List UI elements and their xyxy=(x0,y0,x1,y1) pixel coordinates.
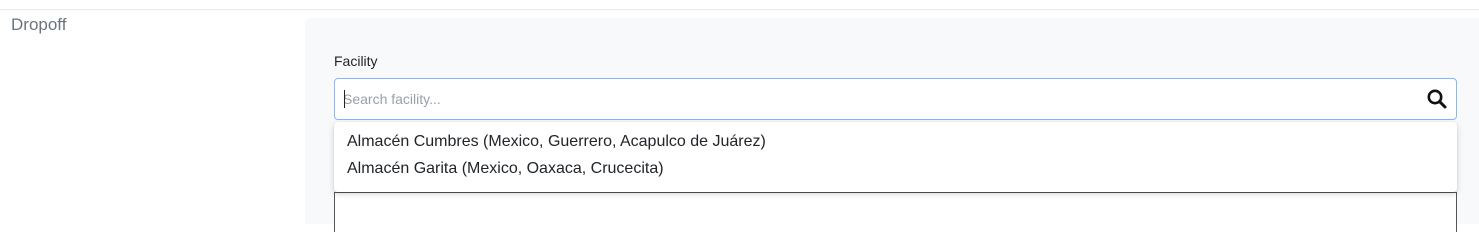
facility-option[interactable]: Almacén Cumbres (Mexico, Guerrero, Acapu… xyxy=(334,130,1457,157)
facility-search-input[interactable] xyxy=(343,79,1413,119)
facility-search-box[interactable] xyxy=(334,78,1457,120)
section-title: Dropoff xyxy=(11,15,67,34)
section-divider xyxy=(0,9,1479,10)
text-cursor xyxy=(344,90,345,108)
underlying-field xyxy=(334,192,1457,232)
facility-option[interactable]: Almacén Garita (Mexico, Oaxaca, Crucecit… xyxy=(334,157,1457,184)
search-icon[interactable] xyxy=(1426,88,1448,110)
dropoff-form-section: Dropoff Facility Almacén Cumbres (Mexico… xyxy=(0,0,1479,232)
facility-field-label: Facility xyxy=(334,53,378,69)
facility-options-dropdown: Almacén Cumbres (Mexico, Guerrero, Acapu… xyxy=(334,122,1457,192)
